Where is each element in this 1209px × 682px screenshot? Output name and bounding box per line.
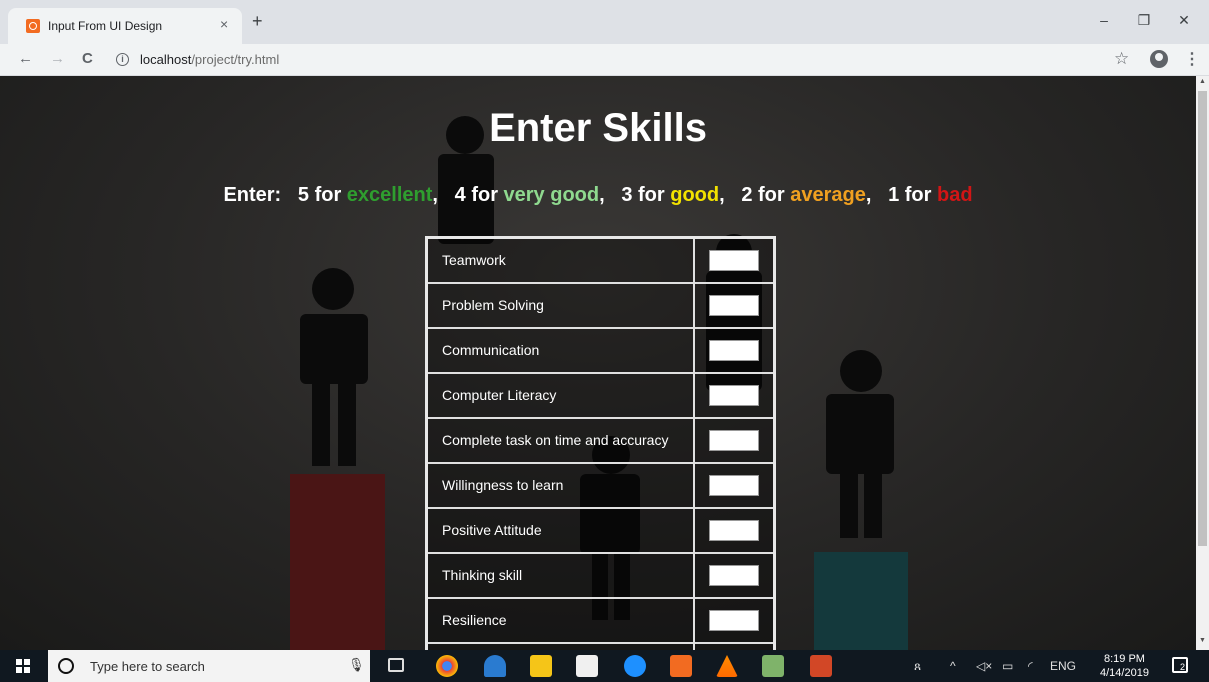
legend-bad: bad — [936, 184, 973, 206]
store-icon[interactable] — [576, 655, 598, 677]
skill-label: Problem Solving — [425, 281, 695, 329]
skill-label: Resilience — [425, 596, 695, 644]
legend-text: , 3 for — [599, 184, 671, 206]
browser-toolbar: ← → C i localhost/project/try.html ☆ ⋮ — [0, 44, 1209, 76]
edge-icon[interactable] — [624, 655, 646, 677]
browser-tab[interactable]: Input From UI Design × — [8, 8, 242, 44]
url-text[interactable]: localhost/project/try.html — [140, 52, 279, 67]
file-explorer-icon[interactable] — [530, 655, 552, 677]
scroll-down-arrow-icon[interactable]: ▼ — [1199, 637, 1206, 644]
address-bar[interactable]: i localhost/project/try.html — [108, 48, 1108, 72]
legend-text: , 4 for — [432, 184, 504, 206]
skill-label: Teamwork — [425, 236, 695, 284]
search-placeholder: Type here to search — [90, 659, 205, 674]
scroll-thumb[interactable] — [1198, 91, 1207, 546]
windows-start-icon[interactable] — [16, 659, 30, 673]
volume-muted-icon[interactable]: ◁× — [976, 659, 992, 673]
table-row: Positive Attitude — [425, 506, 776, 554]
tab-close-icon[interactable]: × — [220, 16, 228, 32]
app-icon[interactable] — [484, 655, 506, 677]
skill-label: Positive Attitude — [425, 506, 695, 554]
table-row: Thinking skill — [425, 551, 776, 599]
close-window-button[interactable]: ✕ — [1164, 12, 1204, 29]
thinking-skill-rating-input[interactable] — [708, 564, 759, 586]
cortana-icon — [58, 658, 74, 674]
table-row: Teamwork — [425, 236, 776, 284]
table-row: Problem Solving — [425, 281, 776, 329]
app-icon[interactable] — [762, 655, 784, 677]
account-icon[interactable] — [1150, 50, 1168, 68]
restore-button[interactable]: ❐ — [1124, 12, 1164, 29]
skill-label: Computer Literacy — [425, 371, 695, 419]
powerpoint-icon[interactable] — [810, 655, 832, 677]
resilience-rating-input[interactable] — [708, 609, 759, 631]
skill-label: Willingness to learn — [425, 461, 695, 509]
legend-excellent: excellent — [346, 184, 433, 206]
communication-rating-input[interactable] — [708, 339, 759, 361]
battery-icon[interactable]: ▭ — [1002, 659, 1013, 673]
table-row: Willingness to learn — [425, 461, 776, 509]
teamwork-rating-input[interactable] — [708, 249, 759, 271]
browser-menu-icon[interactable]: ⋮ — [1184, 49, 1200, 69]
positive-attitude-rating-input[interactable] — [708, 519, 759, 541]
legend-average: average — [790, 184, 866, 206]
reload-button[interactable]: C — [82, 50, 93, 68]
windows-taskbar: Type here to search 🎙 ጸ ^ ◁× ▭ ◜ ENG 8:1… — [0, 650, 1209, 682]
page-scrollbar[interactable]: ▲ ▼ — [1196, 76, 1209, 650]
scroll-up-arrow-icon[interactable]: ▲ — [1199, 78, 1206, 85]
url-path: /project/try.html — [191, 52, 280, 67]
info-icon[interactable]: i — [116, 53, 129, 66]
legend-good: good — [670, 184, 720, 206]
skill-label — [425, 641, 695, 650]
xampp-favicon-icon — [26, 19, 40, 33]
computer-literacy-rating-input[interactable] — [708, 384, 759, 406]
legend-text: , 1 for — [865, 184, 937, 206]
chrome-app-icon[interactable] — [436, 655, 458, 677]
language-indicator[interactable]: ENG — [1050, 659, 1076, 673]
back-button[interactable]: ← — [18, 50, 33, 68]
taskbar-search-box[interactable]: Type here to search 🎙 — [48, 650, 370, 682]
legend-text: , 2 for — [719, 184, 791, 206]
people-icon[interactable]: ጸ — [914, 659, 921, 674]
minimize-button[interactable]: – — [1084, 12, 1124, 28]
tab-title: Input From UI Design — [48, 19, 163, 33]
table-row — [425, 641, 776, 650]
skills-table: Teamwork Problem Solving Communication C… — [425, 236, 776, 650]
skill-label: Complete task on time and accuracy — [425, 416, 695, 464]
tab-strip: Input From UI Design × + – ❐ ✕ — [0, 0, 1209, 44]
page-viewport: Enter Skills Enter: 5 for excellent, 4 f… — [0, 76, 1196, 650]
table-row: Resilience — [425, 596, 776, 644]
forward-button[interactable]: → — [50, 50, 65, 68]
task-view-icon[interactable] — [388, 658, 404, 672]
wifi-icon[interactable]: ◜ — [1028, 659, 1033, 673]
problem-solving-rating-input[interactable] — [708, 294, 759, 316]
action-center-icon[interactable]: 2 — [1172, 657, 1188, 673]
url-host: localhost — [140, 52, 192, 67]
xampp-icon[interactable] — [670, 655, 692, 677]
rating-legend: Enter: 5 for excellent, 4 for very good,… — [0, 184, 1196, 207]
skill-label: Thinking skill — [425, 551, 695, 599]
task-on-time-rating-input[interactable] — [708, 429, 759, 451]
willingness-rating-input[interactable] — [708, 474, 759, 496]
vlc-icon[interactable] — [716, 655, 738, 677]
legend-text: Enter: 5 for — [223, 184, 347, 206]
table-row: Complete task on time and accuracy — [425, 416, 776, 464]
bookmark-star-icon[interactable]: ☆ — [1114, 49, 1129, 69]
skill-label: Communication — [425, 326, 695, 374]
notification-count: 2 — [1180, 662, 1186, 672]
table-row: Computer Literacy — [425, 371, 776, 419]
legend-very-good: very good — [503, 184, 600, 206]
chevron-up-icon[interactable]: ^ — [950, 659, 956, 673]
clock-date[interactable]: 4/14/2019 — [1100, 667, 1149, 679]
new-tab-button[interactable]: + — [252, 12, 263, 30]
microphone-icon[interactable]: 🎙 — [348, 657, 365, 673]
clock-time[interactable]: 8:19 PM — [1104, 653, 1145, 665]
page-title: Enter Skills — [489, 106, 707, 150]
table-row: Communication — [425, 326, 776, 374]
